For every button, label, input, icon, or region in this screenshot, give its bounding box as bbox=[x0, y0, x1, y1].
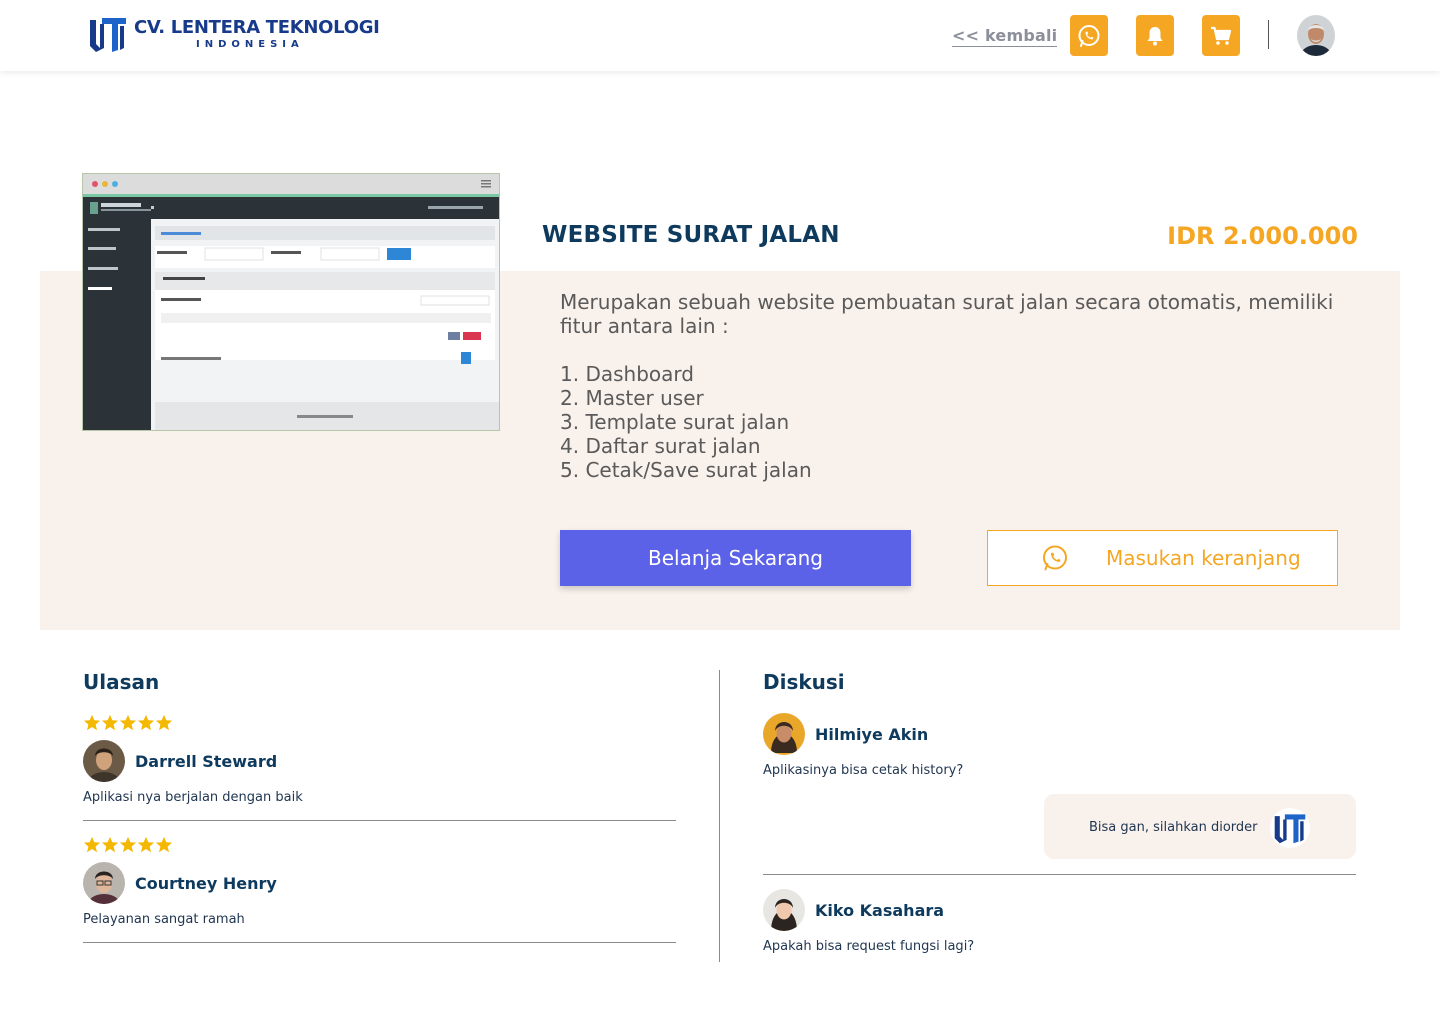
cart-button[interactable] bbox=[1202, 15, 1240, 56]
star-icon bbox=[119, 836, 137, 853]
add-to-cart-label: Masukan keranjang bbox=[1106, 546, 1301, 570]
author-name: Kiko Kasahara bbox=[815, 900, 945, 920]
brand-logo[interactable]: CV. LENTERA TEKNOLOGI INDONESIA bbox=[88, 14, 380, 54]
star-icon bbox=[155, 714, 173, 731]
review-comment: Aplikasi nya berjalan dengan baik bbox=[83, 790, 303, 805]
whatsapp-button[interactable] bbox=[1070, 15, 1108, 56]
feature-item: 5. Cetak/Save surat jalan bbox=[560, 458, 812, 482]
star-icon bbox=[137, 714, 155, 731]
feature-list: 1. Dashboard 2. Master user 3. Template … bbox=[560, 362, 812, 482]
star-icon bbox=[101, 714, 119, 731]
product-title: WEBSITE SURAT JALAN bbox=[542, 222, 840, 248]
header-divider bbox=[1268, 20, 1269, 49]
feature-item: 3. Template surat jalan bbox=[560, 410, 790, 434]
star-rating bbox=[83, 836, 173, 854]
company-logo-icon bbox=[1274, 814, 1306, 844]
discussion-question: Aplikasinya bisa cetak history? bbox=[763, 763, 964, 778]
add-to-cart-button[interactable]: Masukan keranjang bbox=[987, 530, 1338, 586]
star-icon bbox=[137, 836, 155, 853]
user-avatar-icon bbox=[1297, 15, 1335, 56]
author-name: Hilmiye Akin bbox=[815, 724, 929, 744]
avatar bbox=[83, 740, 125, 782]
star-icon bbox=[83, 714, 101, 731]
reviews-title: Ulasan bbox=[83, 670, 160, 694]
feature-item: 2. Master user bbox=[560, 386, 704, 410]
product-description: Merupakan sebuah website pembuatan surat… bbox=[560, 290, 1334, 338]
discussion-author: Kiko Kasahara bbox=[763, 889, 944, 931]
star-icon bbox=[101, 836, 119, 853]
review-comment: Pelayanan sangat ramah bbox=[83, 912, 245, 927]
reply-text: Bisa gan, silahkan diorder bbox=[1089, 820, 1258, 835]
reviewer-name: Darrell Steward bbox=[135, 751, 278, 771]
buy-now-button[interactable]: Belanja Sekarang bbox=[560, 530, 911, 586]
brand-subtitle: INDONESIA bbox=[196, 38, 304, 50]
divider bbox=[83, 820, 676, 821]
product-preview-image bbox=[83, 174, 499, 430]
star-icon bbox=[83, 836, 101, 853]
avatar bbox=[83, 862, 125, 904]
divider bbox=[83, 942, 676, 943]
seller-reply: Bisa gan, silahkan diorder bbox=[1044, 794, 1356, 859]
product-screenshot bbox=[82, 173, 500, 431]
seller-avatar bbox=[1270, 808, 1310, 848]
whatsapp-icon bbox=[1043, 545, 1067, 571]
reviewer-name: Courtney Henry bbox=[135, 873, 277, 893]
cart-icon bbox=[1211, 26, 1232, 45]
feature-item: 4. Daftar surat jalan bbox=[560, 434, 761, 458]
top-header: CV. LENTERA TEKNOLOGI INDONESIA << kemba… bbox=[0, 0, 1440, 71]
whatsapp-icon bbox=[1078, 24, 1100, 47]
discussion-title: Diskusi bbox=[763, 670, 845, 694]
star-icon bbox=[119, 714, 137, 731]
star-rating bbox=[83, 714, 173, 732]
back-link[interactable]: << kembali bbox=[952, 26, 1058, 47]
user-avatar[interactable] bbox=[1297, 15, 1335, 56]
product-price: IDR 2.000.000 bbox=[1167, 222, 1358, 250]
discussion-question: Apakah bisa request fungsi lagi? bbox=[763, 939, 975, 954]
feature-item: 1. Dashboard bbox=[560, 362, 694, 386]
reviewer: Courtney Henry bbox=[83, 862, 277, 904]
star-icon bbox=[155, 836, 173, 853]
brand-name: CV. LENTERA TEKNOLOGI bbox=[134, 16, 380, 38]
notification-button[interactable] bbox=[1136, 15, 1174, 56]
avatar bbox=[763, 713, 805, 755]
section-divider bbox=[719, 670, 720, 962]
bell-icon bbox=[1147, 26, 1163, 45]
avatar bbox=[763, 889, 805, 931]
discussion-author: Hilmiye Akin bbox=[763, 713, 928, 755]
reviewer: Darrell Steward bbox=[83, 740, 277, 782]
company-logo-icon bbox=[90, 18, 126, 52]
divider bbox=[763, 874, 1356, 875]
